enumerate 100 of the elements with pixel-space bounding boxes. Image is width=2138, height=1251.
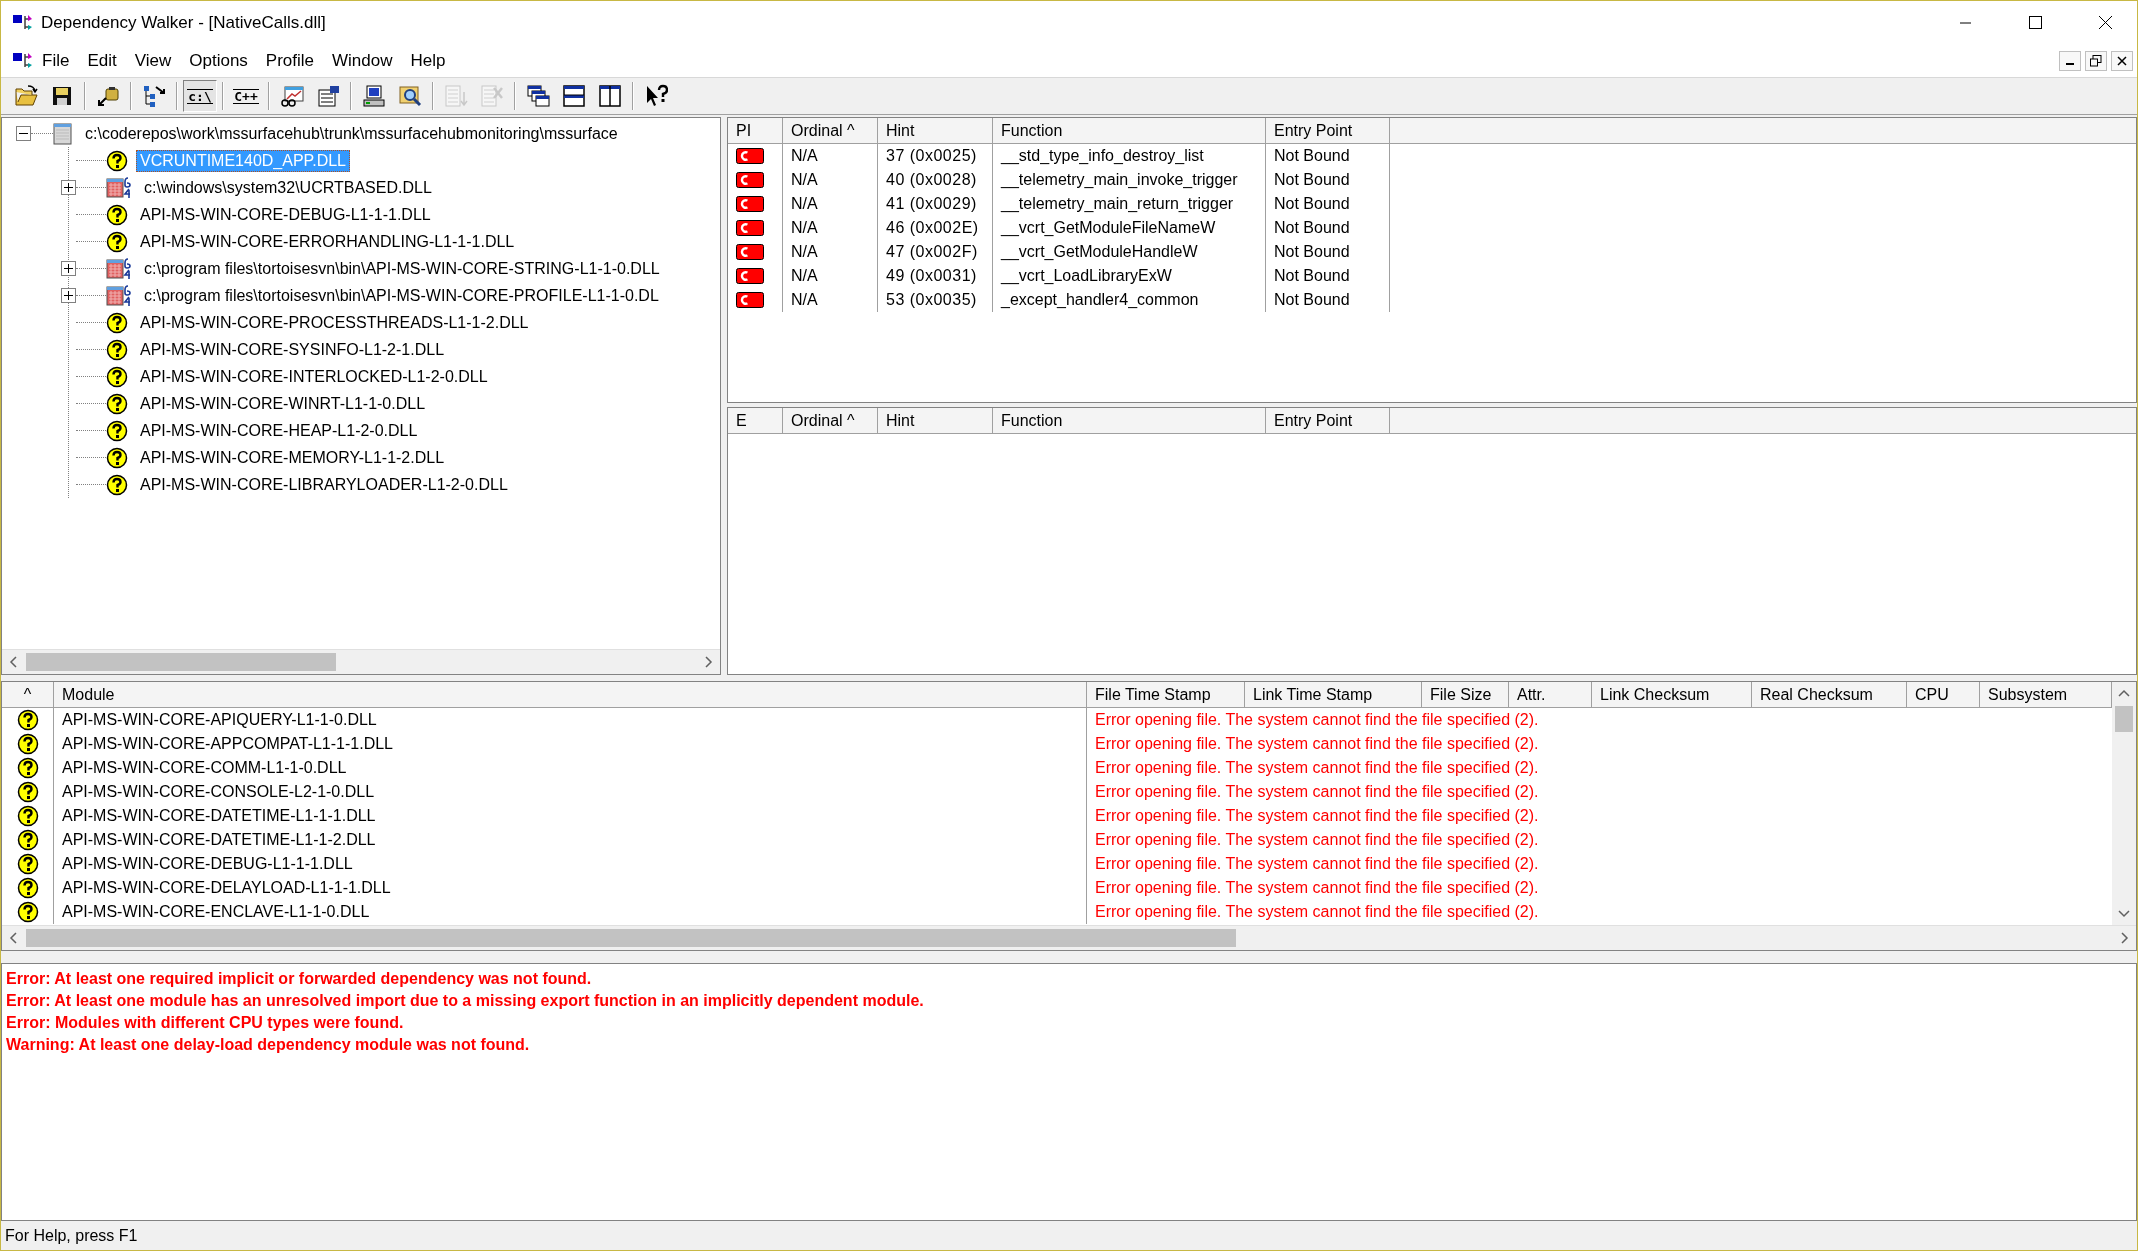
- log-message: Error: At least one required implicit or forwarded dependency was not found.: [6, 969, 593, 989]
- toolbar-button[interactable]: c:\: [183, 80, 217, 112]
- close-button[interactable]: [2111, 51, 2133, 71]
- menu-item[interactable]: Options: [180, 47, 257, 75]
- tree-item[interactable]: c:\windows\system32\UCRTBASED.DLL: [140, 176, 436, 199]
- toolbar-button[interactable]: C++: [229, 80, 263, 112]
- module-cell: API-MS-WIN-CORE-DEBUG-L1-1-1.DLL: [62, 855, 353, 873]
- hint-cell: 46 (0x002E): [886, 219, 979, 237]
- column-header[interactable]: Attr.: [1509, 682, 1592, 708]
- tree-item[interactable]: API-MS-WIN-CORE-LIBRARYLOADER-L1-2-0.DLL: [136, 473, 512, 496]
- function-cell: _except_handler4_common: [1001, 291, 1199, 309]
- missing-module-icon: [16, 781, 39, 803]
- tree-item[interactable]: API-MS-WIN-CORE-WINRT-L1-1-0.DLL: [136, 392, 430, 415]
- list-cross-icon: [480, 84, 504, 108]
- tree-item[interactable]: API-MS-WIN-CORE-ERRORHANDLING-L1-1-1.DLL: [136, 230, 519, 253]
- ordinal-cell: N/A: [791, 291, 818, 309]
- question-icon: [106, 365, 128, 388]
- tree-item[interactable]: c:\program files\tortoisesvn\bin\API-MS-WIN-CORE-STRING-L1-1-0.DLL: [140, 257, 664, 280]
- column-header[interactable]: File Time Stamp: [1087, 682, 1245, 708]
- tree-item[interactable]: c:\program files\tortoisesvn\bin\API-MS-WIN-CORE-PROFILE-L1-1-0.DL: [140, 284, 663, 307]
- tree-item[interactable]: API-MS-WIN-CORE-SYSINFO-L1-2-1.DLL: [136, 338, 449, 361]
- column-header[interactable]: Link Checksum: [1592, 682, 1752, 708]
- scrollbar-thumb[interactable]: [26, 653, 336, 671]
- module-cell: API-MS-WIN-CORE-COMM-L1-1-0.DLL: [62, 759, 347, 777]
- c-function-icon: [736, 220, 764, 236]
- column-header[interactable]: E: [728, 408, 783, 434]
- tree-item[interactable]: API-MS-WIN-CORE-INTERLOCKED-L1-2-0.DLL: [136, 365, 492, 388]
- tree-item[interactable]: c:\coderepos\work\mssurfacehub\trunk\mssurfacehubmonitoring\mssurface: [81, 122, 622, 145]
- hint-cell: 47 (0x002F): [886, 243, 978, 261]
- tree-item[interactable]: API-MS-WIN-CORE-HEAP-L1-2-0.DLL: [136, 419, 422, 442]
- missing-module-icon: [16, 709, 39, 731]
- column-header[interactable]: Function: [993, 408, 1266, 434]
- document-icon: [13, 52, 33, 70]
- tree-item[interactable]: API-MS-WIN-CORE-PROCESSTHREADS-L1-1-2.DLL: [136, 311, 533, 334]
- function-cell: __vcrt_GetModuleHandleW: [1001, 243, 1198, 261]
- missing-module-icon: [16, 757, 39, 779]
- app-icon: [13, 14, 33, 32]
- column-header[interactable]: Module: [54, 682, 1087, 708]
- question-icon: [106, 419, 128, 442]
- column-header[interactable]: Ordinal ^: [783, 408, 878, 434]
- column-header[interactable]: Subsystem: [1980, 682, 2112, 708]
- column-header[interactable]: Real Checksum: [1752, 682, 1907, 708]
- column-header[interactable]: Hint: [878, 408, 993, 434]
- entry-point-cell: Not Bound: [1274, 147, 1350, 165]
- c-function-icon: [736, 148, 764, 164]
- menu-item[interactable]: Profile: [256, 47, 324, 75]
- restore-button[interactable]: [2085, 51, 2107, 71]
- clipboard-arrow-icon: [96, 84, 120, 108]
- missing-module-icon: [16, 853, 39, 875]
- expand-toggle[interactable]: [61, 288, 76, 303]
- ordinal-cell: N/A: [791, 219, 818, 237]
- collapse-toggle[interactable]: [16, 126, 31, 141]
- question-icon: [106, 203, 128, 226]
- column-header[interactable]: CPU: [1907, 682, 1980, 708]
- c-function-icon: [736, 244, 764, 260]
- entry-point-cell: Not Bound: [1274, 219, 1350, 237]
- hint-cell: 41 (0x0029): [886, 195, 977, 213]
- menu-item[interactable]: View: [125, 47, 181, 75]
- minimize-button[interactable]: [2059, 51, 2081, 71]
- module-64bit-icon: [106, 257, 132, 280]
- column-header[interactable]: Function: [993, 118, 1266, 144]
- log-message: Warning: At least one delay-load dependency module was not found.: [6, 1035, 531, 1055]
- expand-toggle[interactable]: [61, 261, 76, 276]
- menu-item[interactable]: Edit: [78, 47, 126, 75]
- maximize-icon: [2029, 16, 2043, 30]
- missing-module-icon: [16, 805, 39, 827]
- log-message: Error: Modules with different CPU types were found.: [6, 1013, 405, 1033]
- column-header[interactable]: Link Time Stamp: [1245, 682, 1422, 708]
- column-header[interactable]: Entry Point: [1266, 408, 1390, 434]
- column-header[interactable]: Entry Point: [1266, 118, 1390, 144]
- function-cell: __vcrt_GetModuleFileNameW: [1001, 219, 1216, 237]
- c-function-icon: [736, 268, 764, 284]
- function-cell: __telemetry_main_return_trigger: [1001, 195, 1234, 213]
- column-header[interactable]: PI: [728, 118, 783, 144]
- entry-point-cell: Not Bound: [1274, 195, 1350, 213]
- error-message: Error opening file. The system cannot find the file specified (2).: [1095, 903, 1539, 921]
- window-title: Dependency Walker - [NativeCalls.dll]: [41, 13, 327, 33]
- tree-arrow-icon: [142, 84, 166, 108]
- scrollbar-thumb[interactable]: [2115, 706, 2133, 732]
- scrollbar-thumb[interactable]: [26, 929, 1236, 947]
- expand-toggle[interactable]: [61, 180, 76, 195]
- missing-module-icon: [16, 877, 39, 899]
- question-icon: [106, 311, 128, 334]
- column-header[interactable]: ^: [2, 682, 54, 708]
- column-header[interactable]: File Size: [1422, 682, 1509, 708]
- menu-item[interactable]: Help: [401, 47, 455, 75]
- menu-item[interactable]: Window: [323, 47, 402, 75]
- module-64bit-icon: [106, 284, 132, 307]
- entry-point-cell: Not Bound: [1274, 171, 1350, 189]
- close-icon: [2117, 56, 2127, 66]
- column-header[interactable]: Ordinal ^: [783, 118, 878, 144]
- open-folder-icon: [14, 84, 38, 108]
- tree-item[interactable]: API-MS-WIN-CORE-DEBUG-L1-1-1.DLL: [136, 203, 435, 226]
- ordinal-cell: N/A: [791, 243, 818, 261]
- menu-item[interactable]: File: [33, 47, 79, 75]
- tree-item[interactable]: API-MS-WIN-CORE-MEMORY-L1-1-2.DLL: [136, 446, 449, 469]
- column-header[interactable]: Hint: [878, 118, 993, 144]
- module-cell: API-MS-WIN-CORE-APIQUERY-L1-1-0.DLL: [62, 711, 377, 729]
- question-icon: [106, 446, 128, 469]
- ordinal-cell: N/A: [791, 171, 818, 189]
